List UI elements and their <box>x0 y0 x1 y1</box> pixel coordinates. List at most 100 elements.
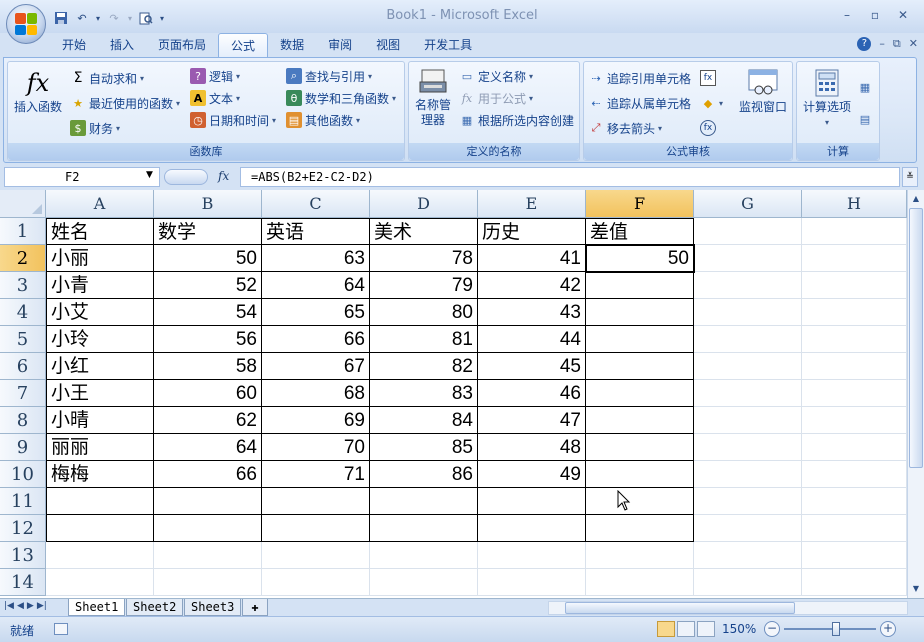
show-formulas-button[interactable]: fx <box>700 67 716 89</box>
horizontal-scroll-thumb[interactable] <box>565 602 795 614</box>
cell-a1[interactable]: 姓名 <box>46 218 154 245</box>
more-functions-button[interactable]: ▤ 其他函数 ▾ <box>286 109 360 131</box>
cell-f6[interactable] <box>586 353 694 380</box>
row-header-13[interactable]: 13 <box>0 542 46 569</box>
cell-a9[interactable]: 丽丽 <box>46 434 154 461</box>
cell-g10[interactable] <box>694 461 802 488</box>
cell-c6[interactable]: 67 <box>262 353 370 380</box>
cell-a4[interactable]: 小艾 <box>46 299 154 326</box>
text-button[interactable]: A 文本 ▾ <box>190 87 240 109</box>
close-icon[interactable]: ✕ <box>890 6 916 24</box>
name-box[interactable]: F2 <box>4 167 160 187</box>
zoom-slider-knob[interactable] <box>832 622 840 636</box>
evaluate-formula-button[interactable]: fx <box>700 117 716 139</box>
cell-e10[interactable]: 49 <box>478 461 586 488</box>
cell-a10[interactable]: 梅梅 <box>46 461 154 488</box>
row-header-7[interactable]: 7 <box>0 380 46 407</box>
tab-page-layout[interactable]: 页面布局 <box>146 33 218 57</box>
row-header-10[interactable]: 10 <box>0 461 46 488</box>
cell-e12[interactable] <box>478 515 586 542</box>
cell-g14[interactable] <box>694 569 802 596</box>
cell-d9[interactable]: 85 <box>370 434 478 461</box>
date-time-button[interactable]: ◷ 日期和时间 ▾ <box>190 109 276 131</box>
name-manager-button[interactable]: 名称管理器 <box>411 68 455 128</box>
cell-a13[interactable] <box>46 542 154 569</box>
expand-formula-bar-icon[interactable]: ≚ <box>902 167 918 187</box>
tab-home[interactable]: 开始 <box>50 33 98 57</box>
zoom-slider-track[interactable] <box>784 628 876 630</box>
cell-a11[interactable] <box>46 488 154 515</box>
cell-f2[interactable]: 50 <box>586 245 694 272</box>
horizontal-scrollbar[interactable] <box>548 601 908 615</box>
error-checking-button[interactable]: ◆ ▾ <box>700 92 723 114</box>
trace-dependents-button[interactable]: ⇠ 追踪从属单元格 <box>588 92 691 114</box>
cell-f8[interactable] <box>586 407 694 434</box>
cell-c12[interactable] <box>262 515 370 542</box>
cell-a3[interactable]: 小青 <box>46 272 154 299</box>
minimize-icon[interactable]: – <box>834 6 860 24</box>
cell-b3[interactable]: 52 <box>154 272 262 299</box>
cell-e11[interactable] <box>478 488 586 515</box>
cell-c11[interactable] <box>262 488 370 515</box>
cell-b7[interactable]: 60 <box>154 380 262 407</box>
vertical-scrollbar[interactable]: ▲ ▼ <box>907 190 924 598</box>
cell-d10[interactable]: 86 <box>370 461 478 488</box>
cell-a14[interactable] <box>46 569 154 596</box>
cell-c4[interactable]: 65 <box>262 299 370 326</box>
sheet-tab-sheet1[interactable]: Sheet1 <box>68 599 126 616</box>
tab-review[interactable]: 审阅 <box>316 33 364 57</box>
cell-h5[interactable] <box>802 326 907 353</box>
cell-g11[interactable] <box>694 488 802 515</box>
next-sheet-icon[interactable]: ▶ <box>27 601 34 611</box>
logical-button[interactable]: ? 逻辑 ▾ <box>190 65 240 87</box>
cell-g2[interactable] <box>694 245 802 272</box>
calculate-now-button[interactable]: ▦ <box>857 76 873 98</box>
workbook-minimize-icon[interactable]: – <box>879 37 885 51</box>
cell-e5[interactable]: 44 <box>478 326 586 353</box>
cell-c9[interactable]: 70 <box>262 434 370 461</box>
sheet-tab-sheet3[interactable]: Sheet3 <box>184 599 242 616</box>
cell-c1[interactable]: 英语 <box>262 218 370 245</box>
tab-insert[interactable]: 插入 <box>98 33 146 57</box>
row-header-14[interactable]: 14 <box>0 569 46 596</box>
tab-data[interactable]: 数据 <box>268 33 316 57</box>
name-box-dropdown-icon[interactable]: ▼ <box>146 170 153 180</box>
row-header-9[interactable]: 9 <box>0 434 46 461</box>
cell-a6[interactable]: 小红 <box>46 353 154 380</box>
cell-d7[interactable]: 83 <box>370 380 478 407</box>
workbook-close-icon[interactable]: ✕ <box>909 37 918 51</box>
cell-a7[interactable]: 小王 <box>46 380 154 407</box>
formula-input[interactable]: =ABS(B2+E2-C2-D2) <box>240 167 900 187</box>
cell-b6[interactable]: 58 <box>154 353 262 380</box>
cell-h13[interactable] <box>802 542 907 569</box>
calculate-sheet-button[interactable]: ▤ <box>857 108 873 130</box>
cell-g9[interactable] <box>694 434 802 461</box>
column-header-f[interactable]: F <box>586 190 694 218</box>
column-header-e[interactable]: E <box>478 190 586 218</box>
column-header-g[interactable]: G <box>694 190 802 218</box>
row-header-8[interactable]: 8 <box>0 407 46 434</box>
cell-e13[interactable] <box>478 542 586 569</box>
cell-d3[interactable]: 79 <box>370 272 478 299</box>
cell-e4[interactable]: 43 <box>478 299 586 326</box>
cell-f5[interactable] <box>586 326 694 353</box>
cell-e1[interactable]: 历史 <box>478 218 586 245</box>
cell-f3[interactable] <box>586 272 694 299</box>
autosum-button[interactable]: Σ 自动求和 ▾ <box>70 67 144 89</box>
column-header-h[interactable]: H <box>802 190 907 218</box>
row-header-6[interactable]: 6 <box>0 353 46 380</box>
cell-b8[interactable]: 62 <box>154 407 262 434</box>
cell-f1[interactable]: 差值 <box>586 218 694 245</box>
row-header-5[interactable]: 5 <box>0 326 46 353</box>
cell-h1[interactable] <box>802 218 907 245</box>
cell-f10[interactable] <box>586 461 694 488</box>
zoom-in-icon[interactable]: + <box>880 621 896 637</box>
cell-c13[interactable] <box>262 542 370 569</box>
cell-h4[interactable] <box>802 299 907 326</box>
use-in-formula-button[interactable]: fx 用于公式 ▾ <box>459 87 533 109</box>
cell-h6[interactable] <box>802 353 907 380</box>
cell-e6[interactable]: 45 <box>478 353 586 380</box>
cell-d14[interactable] <box>370 569 478 596</box>
cell-g13[interactable] <box>694 542 802 569</box>
row-header-11[interactable]: 11 <box>0 488 46 515</box>
